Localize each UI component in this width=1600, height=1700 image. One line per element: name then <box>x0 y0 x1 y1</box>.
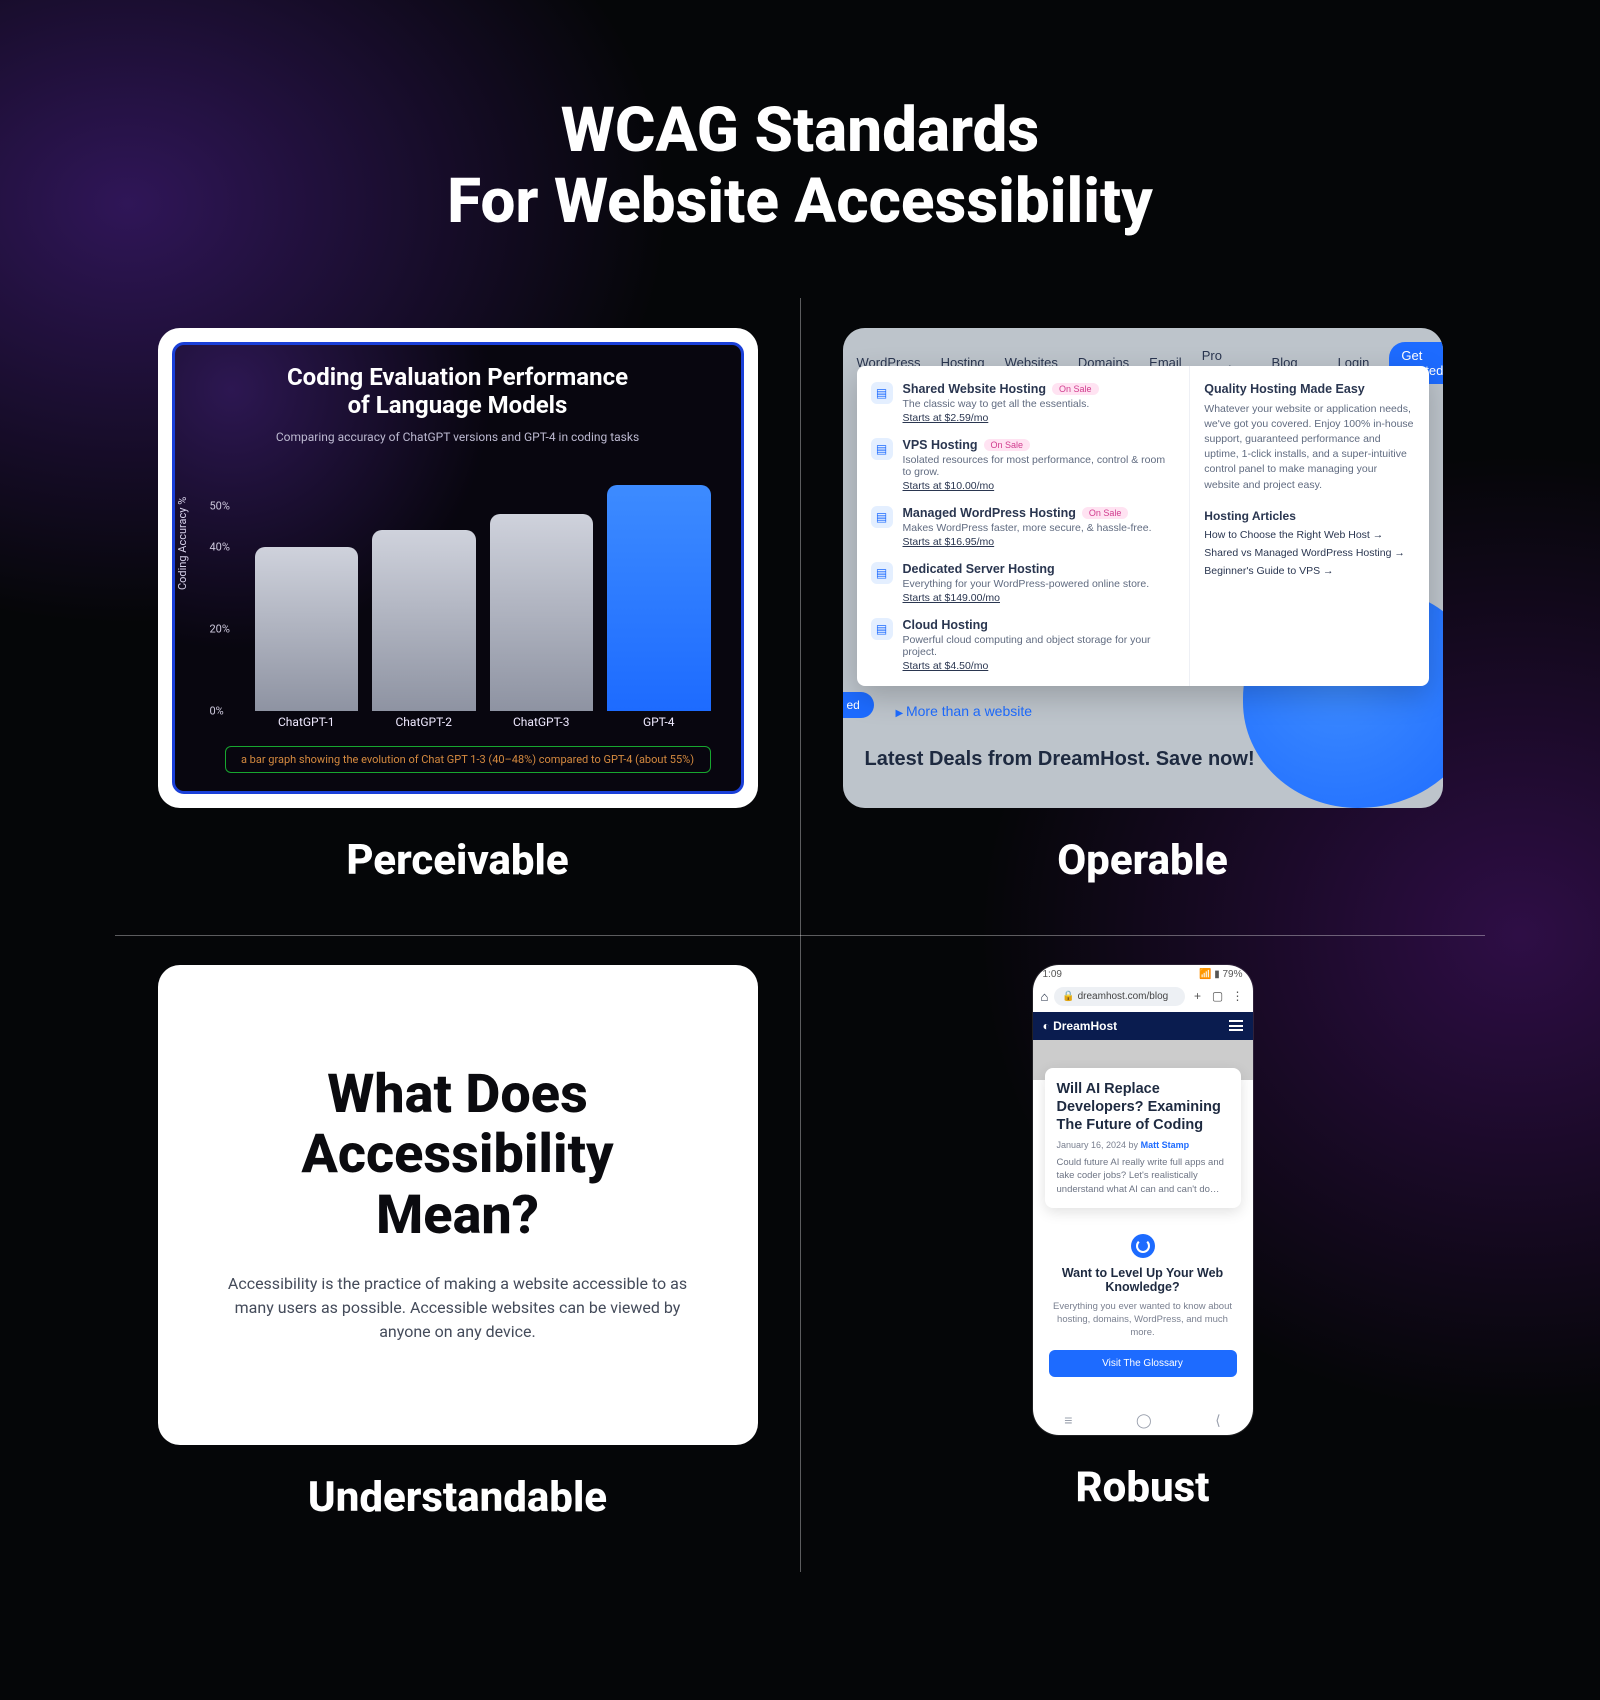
article-excerpt: Could future AI really write full apps a… <box>1057 1156 1229 1196</box>
article-meta: January 16, 2024 by Matt Stamp <box>1057 1140 1229 1150</box>
chart-bars <box>245 465 711 711</box>
y-tick: 0% <box>210 704 224 717</box>
cell-operable: ed More than a website Latest Deals from… <box>800 298 1485 935</box>
status-bar: 1:09 📶 ▮ 79% <box>1033 965 1253 984</box>
bar-ChatGPT-1 <box>255 547 359 711</box>
mega-right-body: Whatever your website or application nee… <box>1204 402 1414 493</box>
chart-panel: Coding Evaluation Performance of Languag… <box>172 342 744 794</box>
browser-url-bar: ⌂ 🔒 dreamhost.com/blog + ▢ ⋮ <box>1041 987 1245 1006</box>
x-label: ChatGPT-1 <box>255 715 359 729</box>
cell-perceivable: Coding Evaluation Performance of Languag… <box>115 298 800 935</box>
bar-ChatGPT-2 <box>372 530 476 710</box>
avatar-icon <box>1131 1234 1155 1258</box>
bar-ChatGPT-3 <box>490 514 594 711</box>
android-nav-bar: ≡ ◯ ⟨ <box>1033 1412 1253 1429</box>
x-label: ChatGPT-3 <box>490 715 594 729</box>
tabs-icon[interactable]: ▢ <box>1211 989 1225 1003</box>
home-nav-icon[interactable]: ◯ <box>1136 1412 1152 1429</box>
chart-plot-area: 0%20%40%50% <box>245 465 711 711</box>
hosting-option[interactable]: ▤Managed WordPress HostingOn SaleMakes W… <box>871 506 1176 548</box>
y-tick: 40% <box>210 540 230 553</box>
four-up-grid: Coding Evaluation Performance of Languag… <box>115 298 1485 1572</box>
horizontal-divider <box>115 935 1485 936</box>
cell-robust: 1:09 📶 ▮ 79% ⌂ 🔒 dreamhost.com/blog + ▢ … <box>800 935 1485 1572</box>
article-link[interactable]: Beginner's Guide to VPS <box>1204 565 1414 577</box>
title-line-1: WCAG Standards <box>0 95 1600 166</box>
hosting-icon: ▤ <box>871 618 893 640</box>
hosting-icon: ▤ <box>871 506 893 528</box>
brand-logo[interactable]: ◐ DreamHost <box>1043 1019 1118 1033</box>
hosting-option[interactable]: ▤Shared Website HostingOn SaleThe classi… <box>871 382 1176 424</box>
mega-menu-right: Quality Hosting Made Easy Whatever your … <box>1189 366 1428 686</box>
y-tick: 50% <box>210 499 230 512</box>
hosting-option[interactable]: ▤Dedicated Server HostingEverything for … <box>871 562 1176 604</box>
article-link[interactable]: Shared vs Managed WordPress Hosting <box>1204 547 1414 559</box>
article-title: Will AI Replace Developers? Examining Th… <box>1057 1080 1229 1134</box>
kebab-icon[interactable]: ⋮ <box>1231 989 1245 1003</box>
caption-perceivable: Perceivable <box>346 836 568 885</box>
more-than-link[interactable]: More than a website <box>896 703 1033 719</box>
hosting-icon: ▤ <box>871 562 893 584</box>
page-title: WCAG Standards For Website Accessibility <box>0 0 1600 238</box>
article-link[interactable]: How to Choose the Right Web Host <box>1204 529 1414 541</box>
home-icon[interactable]: ⌂ <box>1041 989 1049 1004</box>
chart-subtitle: Comparing accuracy of ChatGPT versions a… <box>195 430 721 444</box>
chart-y-axis-label: Coding Accuracy % <box>176 497 189 590</box>
level-up-heading: Want to Level Up Your Web Knowledge? <box>1047 1266 1239 1294</box>
site-header: ◐ DreamHost <box>1033 1012 1253 1040</box>
recents-icon[interactable]: ≡ <box>1064 1412 1072 1429</box>
hosting-icon: ▤ <box>871 382 893 404</box>
caption-understandable: Understandable <box>308 1473 607 1522</box>
title-line-2: For Website Accessibility <box>0 166 1600 237</box>
truncated-cta-pill[interactable]: ed <box>843 692 874 718</box>
cell-understandable: What Does Accessibility Mean? Accessibil… <box>115 935 800 1572</box>
hosting-option[interactable]: ▤VPS HostingOn SaleIsolated resources fo… <box>871 438 1176 492</box>
chart-card: Coding Evaluation Performance of Languag… <box>158 328 758 808</box>
deals-heading: Latest Deals from DreamHost. Save now! <box>865 748 1421 771</box>
article-card[interactable]: Will AI Replace Developers? Examining Th… <box>1045 1068 1241 1208</box>
y-tick: 20% <box>210 622 230 635</box>
x-label: ChatGPT-2 <box>372 715 476 729</box>
mega-menu-left: ▤Shared Website HostingOn SaleThe classi… <box>857 366 1190 686</box>
mega-right-heading: Quality Hosting Made Easy <box>1204 382 1414 396</box>
chart-x-labels: ChatGPT-1 ChatGPT-2 ChatGPT-3 GPT-4 <box>245 715 711 729</box>
visit-glossary-button[interactable]: Visit The Glossary <box>1049 1350 1237 1377</box>
hamburger-icon[interactable] <box>1229 1020 1243 1031</box>
operable-screenshot: ed More than a website Latest Deals from… <box>843 328 1443 808</box>
level-up-body: Everything you ever wanted to know about… <box>1047 1300 1239 1340</box>
caption-operable: Operable <box>1057 836 1228 885</box>
x-label: GPT-4 <box>607 715 711 729</box>
status-time: 1:09 <box>1043 969 1062 980</box>
address-field[interactable]: 🔒 dreamhost.com/blog <box>1054 987 1184 1006</box>
hosting-option[interactable]: ▤Cloud HostingPowerful cloud computing a… <box>871 618 1176 672</box>
understandable-heading: What Does Accessibility Mean? <box>301 1065 613 1246</box>
caption-robust: Robust <box>1076 1463 1210 1512</box>
bar-GPT-4 <box>607 485 711 711</box>
understandable-body: Accessibility is the practice of making … <box>208 1272 708 1344</box>
chart-title: Coding Evaluation Performance of Languag… <box>195 363 721 421</box>
level-up-cta-block: Want to Level Up Your Web Knowledge? Eve… <box>1047 1234 1239 1377</box>
new-tab-icon[interactable]: + <box>1191 989 1205 1003</box>
phone-mockup: 1:09 📶 ▮ 79% ⌂ 🔒 dreamhost.com/blog + ▢ … <box>1033 965 1253 1435</box>
back-icon[interactable]: ⟨ <box>1215 1412 1220 1429</box>
status-battery: 📶 ▮ 79% <box>1199 969 1243 980</box>
hosting-mega-menu: ▤Shared Website HostingOn SaleThe classi… <box>857 366 1429 686</box>
articles-heading: Hosting Articles <box>1204 509 1414 523</box>
chart-alt-text-box: a bar graph showing the evolution of Cha… <box>225 746 711 773</box>
understandable-card: What Does Accessibility Mean? Accessibil… <box>158 965 758 1445</box>
hosting-icon: ▤ <box>871 438 893 460</box>
